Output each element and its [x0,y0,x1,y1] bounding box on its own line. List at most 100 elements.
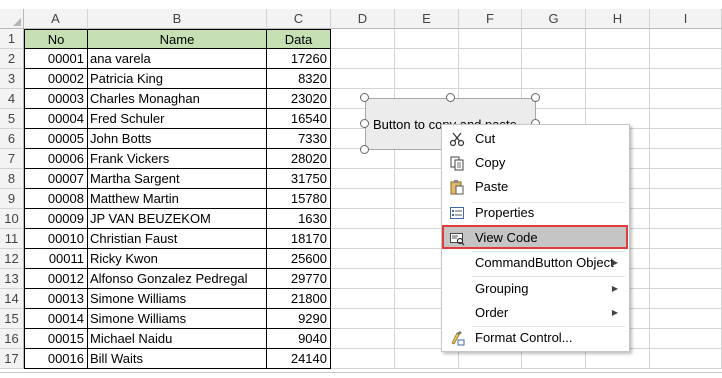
table-cell-data[interactable]: 1630 [267,209,331,229]
row-header-1[interactable]: 1 [0,29,24,49]
empty-cell[interactable] [650,309,722,329]
empty-cell[interactable] [459,29,522,49]
table-cell-data[interactable]: 15780 [267,189,331,209]
table-cell-no[interactable]: 00015 [24,329,88,349]
empty-cell[interactable] [650,89,722,109]
table-cell-data[interactable]: 18170 [267,229,331,249]
table-header-cell[interactable]: Name [88,29,267,49]
empty-cell[interactable] [586,29,650,49]
row-header-8[interactable]: 8 [0,169,24,189]
empty-cell[interactable] [459,69,522,89]
menu-item-commandbutton-object[interactable]: CommandButton Object ▶ [443,252,628,274]
table-cell-data[interactable]: 24140 [267,349,331,369]
table-cell-name[interactable]: Christian Faust [88,229,267,249]
menu-item-format-control[interactable]: Format Control... [443,327,628,349]
empty-cell[interactable] [650,109,722,129]
empty-cell[interactable] [650,169,722,189]
menu-item-order[interactable]: Order ▶ [443,302,628,324]
table-header-cell[interactable]: Data [267,29,331,49]
empty-cell[interactable] [522,69,586,89]
row-header-13[interactable]: 13 [0,269,24,289]
empty-cell[interactable] [522,49,586,69]
table-cell-name[interactable]: Bill Waits [88,349,267,369]
row-header-3[interactable]: 3 [0,69,24,89]
table-header-cell[interactable]: No [24,29,88,49]
column-header-c[interactable]: C [267,9,331,29]
empty-cell[interactable] [650,189,722,209]
table-cell-no[interactable]: 00010 [24,229,88,249]
table-cell-no[interactable]: 00001 [24,49,88,69]
column-header-g[interactable]: G [522,9,586,29]
row-header-14[interactable]: 14 [0,289,24,309]
empty-cell[interactable] [395,49,459,69]
table-cell-name[interactable]: ana varela [88,49,267,69]
row-header-4[interactable]: 4 [0,89,24,109]
column-header-i[interactable]: I [650,9,722,29]
table-cell-data[interactable]: 28020 [267,149,331,169]
table-cell-data[interactable]: 17260 [267,49,331,69]
table-cell-no[interactable]: 00006 [24,149,88,169]
column-header-d[interactable]: D [331,9,395,29]
table-cell-no[interactable]: 00008 [24,189,88,209]
row-header-2[interactable]: 2 [0,49,24,69]
table-cell-no[interactable]: 00014 [24,309,88,329]
empty-cell[interactable] [650,49,722,69]
row-header-5[interactable]: 5 [0,109,24,129]
row-header-16[interactable]: 16 [0,329,24,349]
empty-cell[interactable] [650,329,722,349]
row-header-6[interactable]: 6 [0,129,24,149]
select-all-corner[interactable] [0,9,24,29]
empty-cell[interactable] [650,349,722,369]
row-header-12[interactable]: 12 [0,249,24,269]
table-cell-name[interactable]: Frank Vickers [88,149,267,169]
table-cell-name[interactable]: Simone Williams [88,289,267,309]
table-cell-name[interactable]: Ricky Kwon [88,249,267,269]
table-cell-no[interactable]: 00002 [24,69,88,89]
table-cell-no[interactable]: 00003 [24,89,88,109]
table-cell-no[interactable]: 00009 [24,209,88,229]
table-cell-no[interactable]: 00013 [24,289,88,309]
table-cell-name[interactable]: Alfonso Gonzalez Pedregal [88,269,267,289]
table-cell-no[interactable]: 00016 [24,349,88,369]
menu-item-cut[interactable]: Cut [443,128,628,150]
empty-cell[interactable] [650,149,722,169]
row-header-17[interactable]: 17 [0,349,24,369]
table-cell-name[interactable]: Simone Williams [88,309,267,329]
table-cell-data[interactable]: 16540 [267,109,331,129]
empty-cell[interactable] [331,49,395,69]
column-header-f[interactable]: F [459,9,522,29]
menu-item-paste[interactable]: Paste [443,176,628,198]
empty-cell[interactable] [650,129,722,149]
table-cell-no[interactable]: 00005 [24,129,88,149]
row-header-11[interactable]: 11 [0,229,24,249]
empty-cell[interactable] [650,229,722,249]
empty-cell[interactable] [650,269,722,289]
resize-handle-top-right[interactable] [531,93,540,102]
table-cell-no[interactable]: 00011 [24,249,88,269]
column-header-b[interactable]: B [88,9,267,29]
empty-cell[interactable] [331,29,395,49]
row-header-15[interactable]: 15 [0,309,24,329]
table-cell-data[interactable]: 7330 [267,129,331,149]
table-cell-name[interactable]: John Botts [88,129,267,149]
resize-handle-left[interactable] [360,119,369,128]
menu-item-copy[interactable]: Copy [443,152,628,174]
empty-cell[interactable] [331,269,395,289]
table-cell-data[interactable]: 9040 [267,329,331,349]
empty-cell[interactable] [331,69,395,89]
empty-cell[interactable] [331,309,395,329]
empty-cell[interactable] [331,209,395,229]
empty-cell[interactable] [395,69,459,89]
empty-cell[interactable] [586,89,650,109]
table-cell-data[interactable]: 8320 [267,69,331,89]
resize-handle-top[interactable] [446,93,455,102]
table-cell-name[interactable]: Fred Schuler [88,109,267,129]
empty-cell[interactable] [395,29,459,49]
empty-cell[interactable] [650,209,722,229]
empty-cell[interactable] [650,249,722,269]
table-cell-data[interactable]: 31750 [267,169,331,189]
menu-item-properties[interactable]: Properties [443,202,628,224]
empty-cell[interactable] [586,69,650,89]
table-cell-data[interactable]: 25600 [267,249,331,269]
row-header-7[interactable]: 7 [0,149,24,169]
